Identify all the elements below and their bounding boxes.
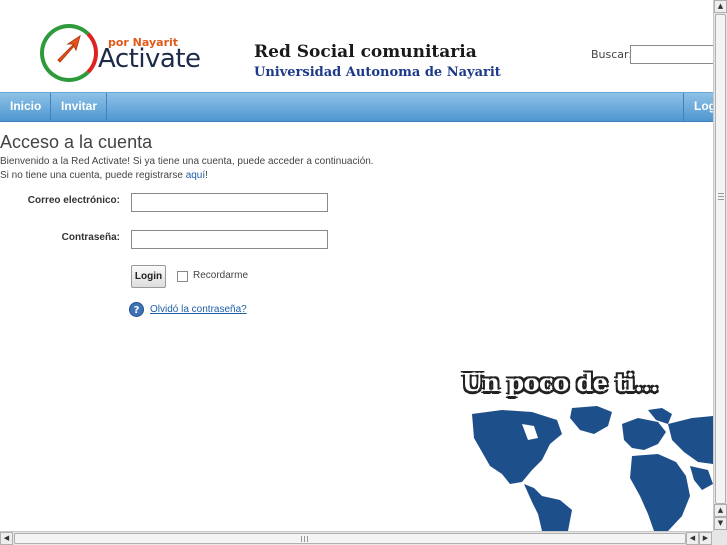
scroll-up-arrow-icon[interactable]: ▲ — [714, 0, 727, 13]
scroll-left-arrow-icon[interactable]: ◀ — [0, 532, 13, 545]
horizontal-scroll-thumb[interactable] — [14, 533, 686, 544]
register-text: Si no tiene una cuenta, puede registrars… — [0, 170, 208, 181]
site-title: Red Social comunitaria — [254, 42, 477, 62]
password-field[interactable] — [131, 230, 328, 249]
page-title: Acceso a la cuenta — [0, 132, 153, 152]
grip-line — [718, 199, 724, 200]
search-input[interactable] — [630, 45, 713, 64]
promo-title: Un poco de ti... — [462, 368, 659, 397]
search-label: Buscar: — [591, 48, 633, 61]
grip-line — [301, 536, 302, 542]
email-label: Correo electrónico: — [27, 195, 120, 206]
activate-logo[interactable]: por Nayarit Activate — [38, 24, 206, 86]
scrollbar-corner — [713, 531, 727, 545]
help-icon: ? — [129, 302, 144, 317]
register-link[interactable]: aquí — [186, 170, 205, 181]
vertical-scrollbar[interactable]: ▲ ▲ ▼ — [713, 0, 727, 531]
password-label: Contraseña: — [61, 232, 120, 243]
horizontal-scrollbar[interactable]: ◀ ◀ ▶ — [0, 531, 713, 545]
nav-item-invitar[interactable]: Invitar — [51, 93, 107, 121]
vertical-scroll-thumb[interactable] — [715, 14, 726, 504]
forgot-password-link[interactable]: Olvidó la contraseña? — [150, 304, 247, 315]
remember-checkbox[interactable] — [177, 271, 188, 282]
grip-line — [307, 536, 308, 542]
main-nav: Inicio Invitar Login — [0, 92, 713, 122]
logo-wordmark: Activate — [98, 44, 201, 74]
page: por Nayarit Activate Red Social comunita… — [0, 0, 713, 531]
register-prefix: Si no tiene una cuenta, puede registrars… — [0, 170, 186, 181]
grip-line — [718, 193, 724, 194]
register-suffix: ! — [205, 170, 208, 181]
nav-item-login[interactable]: Login — [683, 93, 713, 121]
welcome-text: Bienvenido a la Red Activate! Si ya tien… — [0, 156, 374, 167]
email-field[interactable] — [131, 193, 328, 212]
world-map-image — [462, 404, 713, 531]
login-button[interactable]: Login — [131, 265, 166, 288]
logo-arrow-icon — [57, 34, 81, 63]
nav-item-inicio[interactable]: Inicio — [0, 93, 51, 121]
scroll-left-arrow-icon[interactable]: ◀ — [686, 532, 699, 545]
remember-label[interactable]: Recordarme — [193, 270, 248, 281]
scroll-up-arrow-icon[interactable]: ▲ — [714, 504, 727, 517]
grip-line — [718, 196, 724, 197]
grip-line — [304, 536, 305, 542]
scroll-down-arrow-icon[interactable]: ▼ — [714, 517, 727, 530]
site-subtitle: Universidad Autonoma de Nayarit — [254, 65, 501, 80]
scroll-right-arrow-icon[interactable]: ▶ — [699, 532, 712, 545]
